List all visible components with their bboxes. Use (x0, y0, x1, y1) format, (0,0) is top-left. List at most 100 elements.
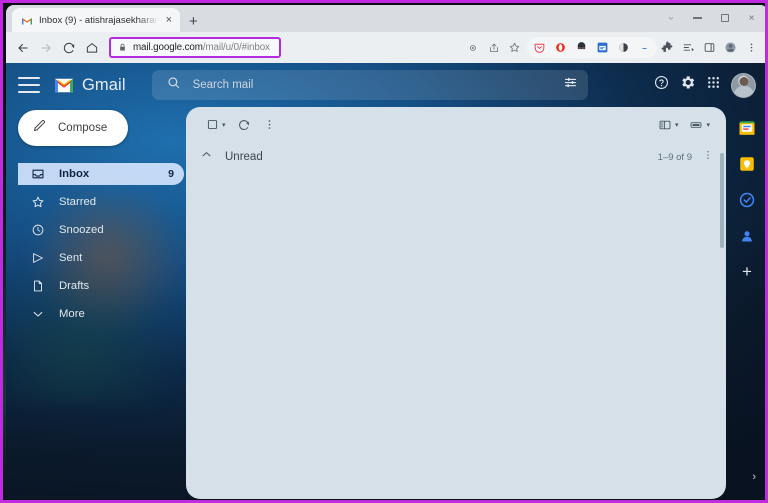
google-side-panel: + (726, 107, 765, 499)
google-keep-icon[interactable] (738, 155, 756, 173)
close-icon[interactable]: × (165, 14, 173, 26)
reload-icon[interactable] (58, 37, 80, 59)
avatar[interactable] (731, 72, 756, 98)
address-bar-area: mail.google.com/mail/u/0/#inbox (109, 37, 456, 58)
back-arrow-icon[interactable] (12, 37, 34, 59)
compose-button[interactable]: Compose (18, 110, 128, 146)
select-all-checkbox[interactable] (200, 113, 224, 137)
gmail-header-actions (653, 72, 760, 98)
lock-icon (118, 39, 127, 57)
camera-icon[interactable] (462, 37, 483, 58)
maximize-button[interactable] (712, 8, 737, 28)
tab-strip: Inbox (9) - atishrajasekharan@g × + × (6, 5, 765, 32)
more-vertical-icon[interactable] (702, 148, 714, 166)
translate-extension-icon[interactable] (592, 37, 613, 58)
gmail-logo: Gmail (53, 76, 126, 95)
gmail-header: Gmail Search mail (6, 63, 765, 107)
search-icon (166, 75, 181, 95)
browser-extension-toolbar (462, 37, 762, 58)
help-icon[interactable] (653, 74, 670, 96)
home-icon[interactable] (81, 37, 103, 59)
more-vertical-icon[interactable] (258, 113, 282, 137)
minimize-button[interactable] (685, 8, 710, 28)
section-title: Unread (225, 151, 263, 163)
pagination-range: 1–9 of 9 (657, 151, 692, 163)
browser-toolbar: mail.google.com/mail/u/0/#inbox (6, 32, 765, 63)
reading-pane-caret[interactable]: ▾ (675, 121, 679, 129)
hamburger-menu-icon[interactable] (18, 77, 40, 93)
gmail-favicon (21, 14, 33, 26)
select-all-caret[interactable]: ▾ (222, 121, 226, 129)
reading-pane-icon[interactable] (653, 113, 677, 137)
gear-icon[interactable] (679, 74, 696, 96)
url-host: mail.google.com (133, 42, 203, 53)
mail-list-view-options: ▾ ▾ (653, 113, 714, 137)
send-icon (30, 251, 45, 266)
tune-filter-icon[interactable] (563, 75, 578, 95)
browser-window: Inbox (9) - atishrajasekharan@g × + × (6, 5, 765, 499)
window-controls: × (658, 8, 764, 28)
sidebar-nav: Inbox 9 Starred Snoozed Sent Drafts More (18, 163, 186, 325)
opera-extension-icon[interactable] (550, 37, 571, 58)
pocket-icon[interactable] (529, 37, 550, 58)
address-bar[interactable]: mail.google.com/mail/u/0/#inbox (109, 37, 281, 58)
expand-side-panel-chevron[interactable]: › (752, 471, 756, 483)
mail-list-toolbar: ▾ ▾ ▾ (186, 107, 726, 142)
chrome-menu-icon[interactable] (741, 37, 762, 58)
sidebar-item-starred[interactable]: Starred (18, 191, 184, 213)
mail-list-scrollbar[interactable] (720, 153, 724, 248)
close-button[interactable]: × (739, 8, 764, 28)
inbox-unread-count: 9 (168, 168, 174, 180)
chevron-up-icon[interactable] (200, 148, 213, 166)
url-path: /mail/u/0/#inbox (202, 42, 270, 53)
gmail-wordmark: Gmail (82, 75, 126, 94)
share-icon[interactable] (483, 37, 504, 58)
clock-icon (30, 223, 45, 238)
sidebar-item-label: Snoozed (59, 224, 104, 236)
profile-icon[interactable] (720, 37, 741, 58)
pencil-icon (32, 118, 47, 138)
extensions-puzzle-icon[interactable] (657, 37, 678, 58)
google-chat-icon[interactable] (738, 119, 756, 137)
sidebar-item-snoozed[interactable]: Snoozed (18, 219, 184, 241)
google-apps-grid-icon[interactable] (705, 74, 722, 96)
bookmark-star-icon[interactable] (504, 37, 525, 58)
tab-title: Inbox (9) - atishrajasekharan@g (39, 14, 159, 26)
draft-icon (30, 279, 45, 294)
ninja-extension-icon[interactable] (571, 37, 592, 58)
sidebar-item-label: More (59, 308, 85, 320)
screenshot-root: Inbox (9) - atishrajasekharan@g × + × (0, 0, 768, 503)
sidebar-item-label: Sent (59, 252, 83, 264)
dark-reader-icon[interactable] (613, 37, 634, 58)
browser-tab-gmail[interactable]: Inbox (9) - atishrajasekharan@g × (12, 8, 180, 32)
search-input[interactable]: Search mail (193, 79, 551, 91)
mail-list-panel: ▾ ▾ ▾ Unread 1–9 of 9 (186, 107, 726, 499)
google-contacts-icon[interactable] (738, 227, 756, 245)
display-density-icon[interactable] (684, 113, 708, 137)
sidebar-item-more[interactable]: More (18, 303, 184, 325)
url-text: mail.google.com/mail/u/0/#inbox (133, 42, 270, 53)
new-tab-button[interactable]: + (189, 14, 198, 29)
compose-label: Compose (58, 122, 108, 134)
gmail-body: Compose Inbox 9 Starred Snoozed Sent Dra… (6, 107, 765, 499)
sidebar-item-sent[interactable]: Sent (18, 247, 184, 269)
sidebar-item-label: Inbox (59, 168, 90, 180)
search-mail-bar[interactable]: Search mail (151, 70, 588, 100)
pagination: 1–9 of 9 (658, 148, 714, 166)
side-panel-icon[interactable] (699, 37, 720, 58)
reading-list-icon[interactable] (678, 37, 699, 58)
sidebar-item-drafts[interactable]: Drafts (18, 275, 184, 297)
sidebar-item-label: Drafts (59, 280, 90, 292)
sidebar-item-inbox[interactable]: Inbox 9 (18, 163, 184, 185)
unread-section-header: Unread 1–9 of 9 (186, 142, 726, 172)
chevron-down-icon (30, 307, 45, 322)
dash-icon[interactable] (634, 37, 655, 58)
add-side-panel-app-button[interactable]: + (742, 263, 752, 280)
inbox-icon (30, 167, 45, 182)
refresh-icon[interactable] (232, 113, 256, 137)
search-tabs-icon[interactable] (658, 8, 683, 28)
google-tasks-icon[interactable] (738, 191, 756, 209)
display-density-caret[interactable]: ▾ (706, 121, 710, 129)
gmail-logo-icon (53, 77, 75, 94)
pinned-extensions-group (527, 37, 657, 58)
